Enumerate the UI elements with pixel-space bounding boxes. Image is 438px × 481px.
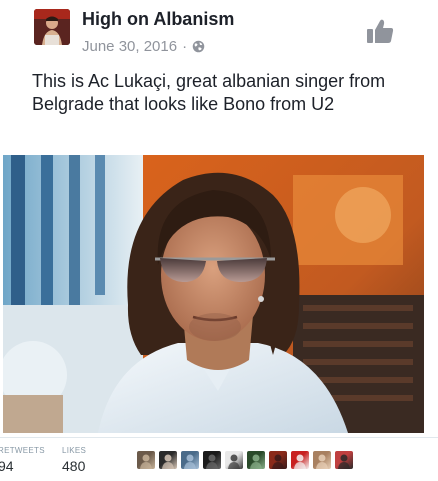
avatar-6[interactable] xyxy=(247,451,265,469)
avatar-4[interactable] xyxy=(203,451,221,469)
post-meta: June 30, 2016 · xyxy=(82,38,205,55)
page-name[interactable]: High on Albanism xyxy=(82,9,234,30)
avatar-9[interactable] xyxy=(313,451,331,469)
likers-avatars xyxy=(137,451,353,469)
thumbs-up-icon[interactable] xyxy=(366,18,394,44)
post-photo[interactable] xyxy=(3,155,424,433)
meta-separator: · xyxy=(182,38,188,55)
page-avatar[interactable] xyxy=(34,9,70,45)
post-text: This is Ac Lukaçi, great albanian singer… xyxy=(32,71,386,114)
avatar-10[interactable] xyxy=(335,451,353,469)
likes-label: LIKES xyxy=(62,446,87,455)
photo-man-sunglasses xyxy=(3,155,424,433)
avatar-3[interactable] xyxy=(181,451,199,469)
tweet-card: High on Albanism June 30, 2016 · This is… xyxy=(0,0,438,481)
post-date[interactable]: June 30, 2016 xyxy=(82,38,177,55)
avatar-2[interactable] xyxy=(159,451,177,469)
stats-divider xyxy=(0,437,438,438)
avatar-1[interactable] xyxy=(137,451,155,469)
avatar-5[interactable] xyxy=(225,451,243,469)
globe-icon xyxy=(192,40,205,53)
avatar-image xyxy=(34,9,70,45)
retweets-count[interactable]: 94 xyxy=(0,458,14,474)
avatar-8[interactable] xyxy=(291,451,309,469)
avatar-7[interactable] xyxy=(269,451,287,469)
retweets-label: RETWEETS xyxy=(0,446,45,455)
likes-count[interactable]: 480 xyxy=(62,458,85,474)
